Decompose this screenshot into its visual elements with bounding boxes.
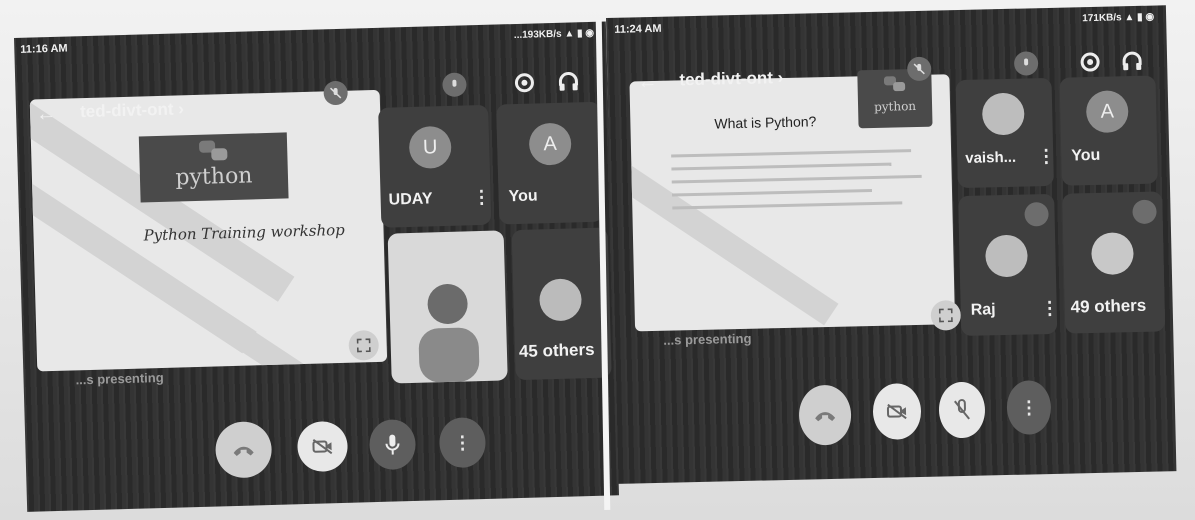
slide-heading: What is Python? (714, 113, 817, 132)
participant-tile-you[interactable]: A You (1059, 75, 1158, 186)
mic-off-icon (439, 69, 470, 100)
avatar: U (408, 125, 452, 169)
others-count: 45 others (518, 339, 595, 362)
avatar (1091, 232, 1134, 276)
mic-toggle-button[interactable] (938, 381, 986, 439)
participant-tile-vaish[interactable]: vaish... ⋮ (955, 77, 1055, 189)
status-network: ...193KB/s ▲ ▮ ◉ (513, 27, 595, 42)
back-arrow-icon[interactable]: ← (36, 103, 57, 127)
slide-banner-text: python (175, 163, 253, 191)
avatar: A (1085, 90, 1129, 134)
more-options-button[interactable]: ⋮ (438, 417, 487, 469)
mic-icon (385, 434, 400, 455)
presenter-label: ...s presenting (663, 330, 752, 348)
camera-toggle-button[interactable] (296, 420, 349, 473)
status-time: 11:24 AM (614, 22, 662, 36)
right-call-screenshot: 11:24 AM 171KB/s ▲ ▮ ◉ What is Python? p… (606, 5, 1177, 484)
end-call-button[interactable] (214, 420, 273, 479)
left-call-screenshot: 11:16 AM ...193KB/s ▲ ▮ ◉ python Python … (14, 21, 620, 512)
avatar (981, 92, 1025, 136)
participant-name: You (1071, 146, 1101, 165)
mic-button[interactable] (368, 418, 417, 471)
status-time: 11:16 AM (20, 42, 68, 56)
mic-off-icon (1024, 202, 1049, 227)
headphones-icon[interactable] (553, 66, 584, 97)
camera-off-icon (886, 403, 907, 420)
more-icon[interactable]: ⋮ (1040, 298, 1058, 319)
headphones-icon[interactable] (1117, 46, 1148, 77)
camera-off-icon (312, 438, 333, 455)
others-tile[interactable]: 45 others (511, 227, 612, 381)
fullscreen-icon[interactable] (930, 300, 962, 331)
mic-off-icon (954, 399, 970, 420)
python-logo-icon (883, 76, 906, 92)
participant-name: UDAY (388, 190, 433, 209)
others-tile[interactable]: 49 others (1062, 191, 1166, 334)
participant-name: vaish... (965, 148, 1017, 167)
more-icon: ⋮ (453, 431, 472, 453)
meeting-title[interactable]: ted-divt-ont › (80, 99, 184, 122)
mic-off-icon (1011, 48, 1042, 79)
switch-camera-icon[interactable] (509, 67, 540, 98)
participant-name: Raj (970, 301, 996, 319)
presentation-slide: python Python Training workshop (29, 89, 388, 372)
more-icon[interactable]: ⋮ (472, 187, 491, 208)
back-arrow-icon[interactable]: ← (637, 71, 658, 94)
more-icon: ⋮ (1019, 396, 1039, 418)
end-call-icon (233, 446, 254, 456)
others-count: 49 others (1070, 295, 1147, 317)
participant-tile-raj[interactable]: Raj ⋮ (958, 193, 1059, 337)
participant-video-tile[interactable] (387, 230, 508, 384)
participant-name: You (508, 187, 538, 206)
meeting-title[interactable]: ted-divt-ont › (679, 68, 783, 90)
slide-banner-text: python (873, 98, 917, 114)
avatar (985, 234, 1028, 278)
slide-body-text (671, 139, 933, 220)
mic-off-icon (1132, 199, 1157, 225)
participant-tile-uday[interactable]: U UDAY ⋮ (378, 104, 492, 228)
switch-camera-icon[interactable] (1075, 47, 1106, 78)
avatar: A (528, 122, 572, 166)
participant-video-image (418, 283, 480, 383)
more-icon[interactable]: ⋮ (1037, 146, 1055, 167)
camera-toggle-button[interactable] (872, 382, 922, 441)
status-network: 171KB/s ▲ ▮ ◉ (1082, 11, 1155, 25)
presenter-label: ...s presenting (75, 369, 164, 388)
end-call-icon (815, 412, 836, 422)
avatar (538, 278, 583, 322)
participant-tile-you[interactable]: A You (496, 101, 604, 225)
python-logo-banner: python (138, 132, 289, 203)
python-logo-icon (199, 140, 228, 161)
end-call-button[interactable] (798, 384, 852, 446)
more-options-button[interactable]: ⋮ (1006, 380, 1052, 435)
